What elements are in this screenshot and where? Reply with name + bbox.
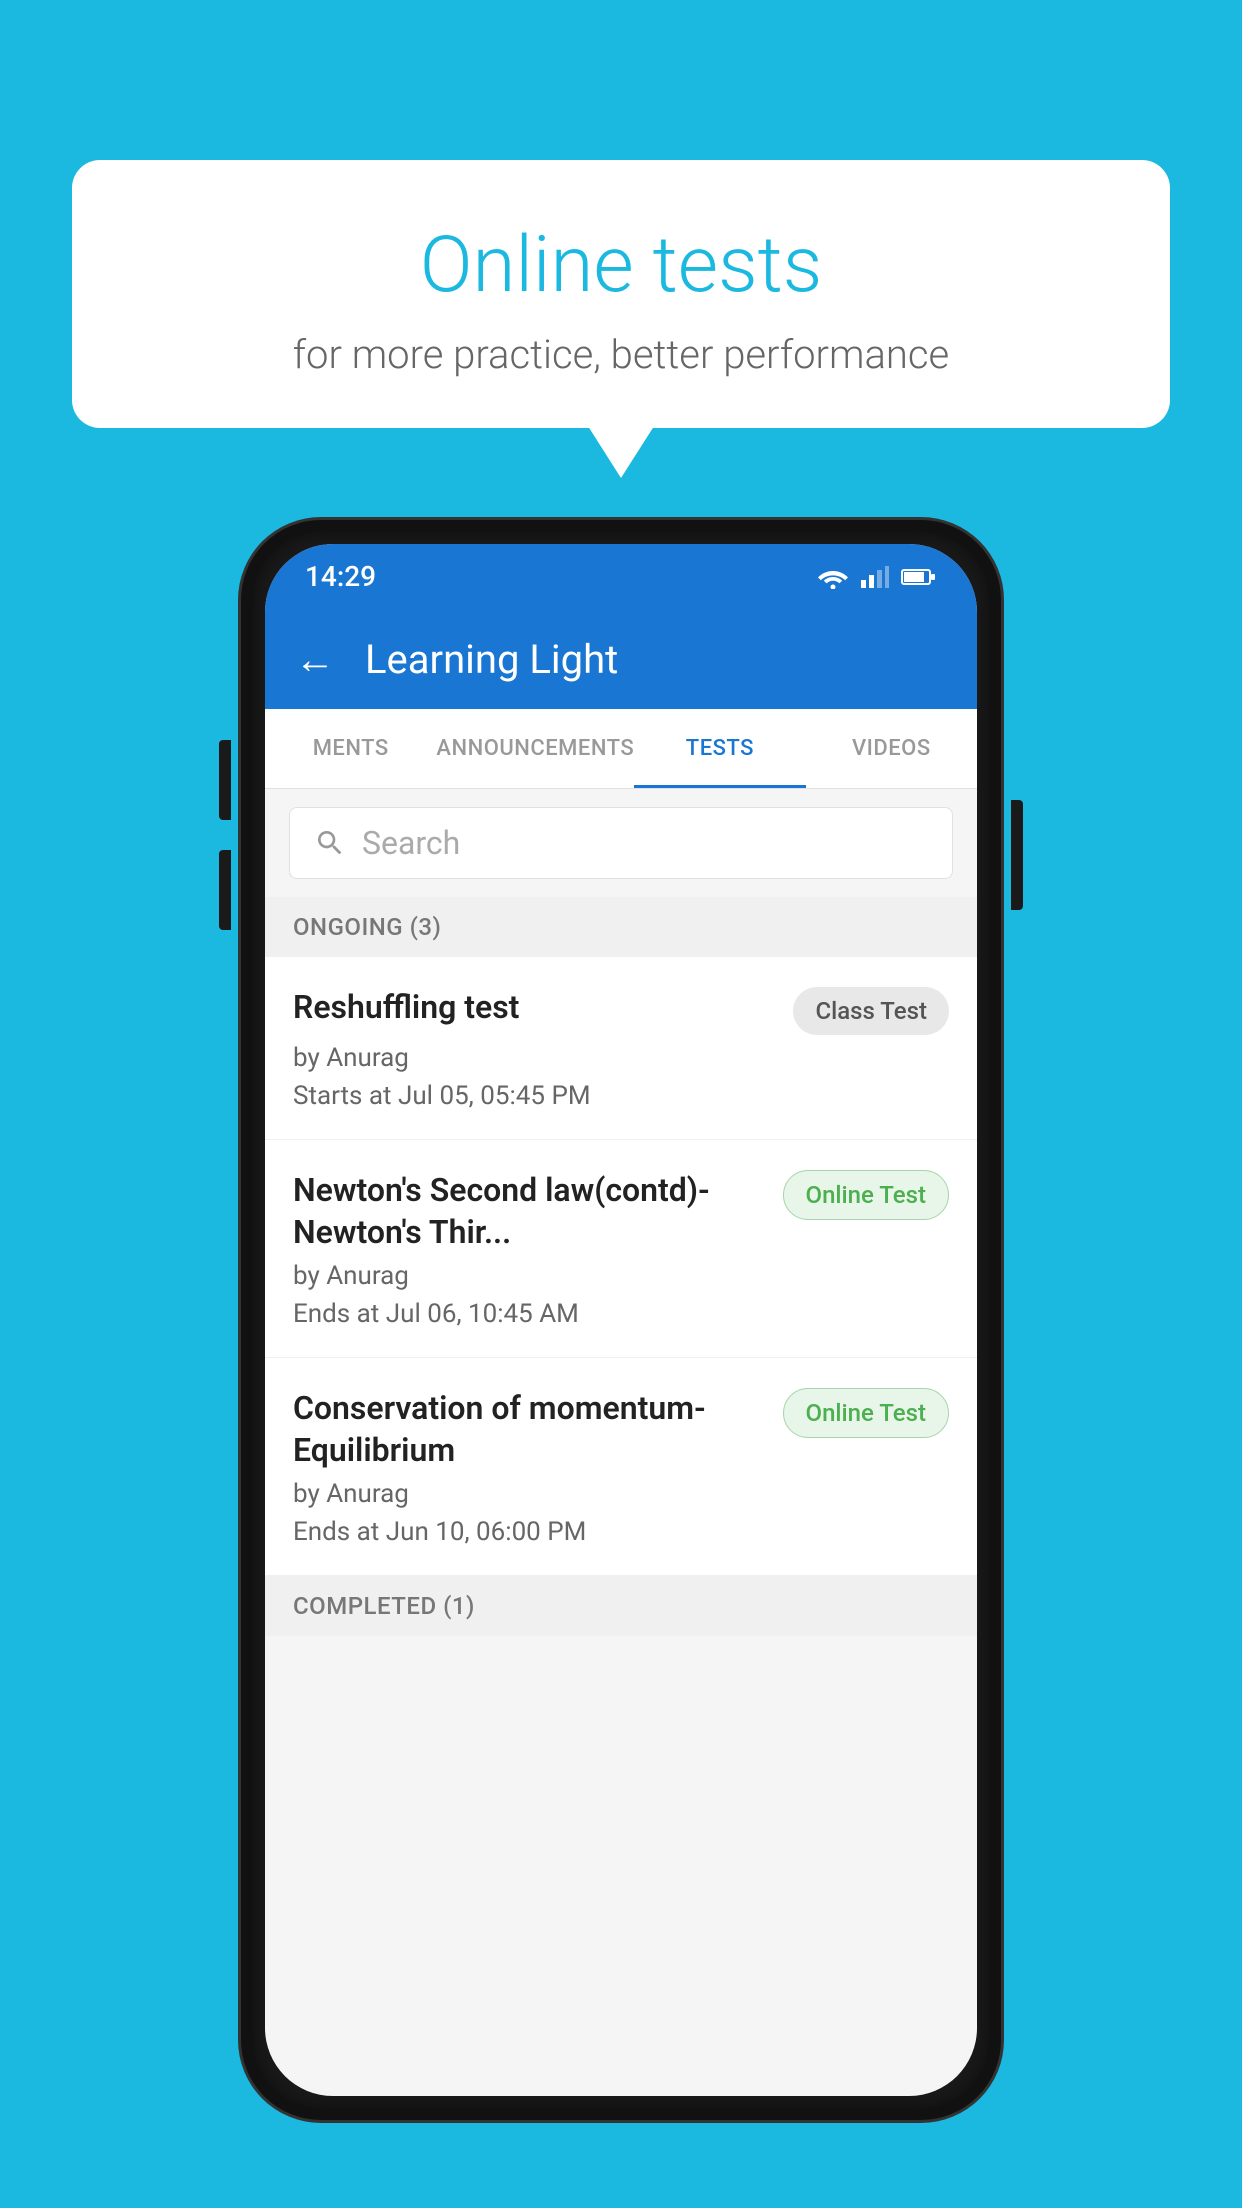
wifi-icon (817, 565, 849, 589)
test-title-newton: Newton's Second law(contd)-Newton's Thir… (293, 1170, 767, 1253)
phone-button-vol-down (219, 850, 231, 930)
section-ongoing-header: ONGOING (3) (265, 897, 977, 957)
test-time-reshuffling: Starts at Jul 05, 05:45 PM (293, 1081, 949, 1111)
test-author-newton: by Anurag (293, 1261, 949, 1291)
search-container: Search (265, 789, 977, 897)
test-author-reshuffling: by Anurag (293, 1043, 949, 1073)
search-placeholder: Search (362, 824, 460, 862)
tab-ments[interactable]: MENTS (265, 709, 436, 788)
phone-screen: 14:29 (265, 544, 977, 2096)
phone-button-vol-up (219, 740, 231, 820)
back-button[interactable]: ← (295, 636, 335, 683)
status-bar: 14:29 (265, 544, 977, 609)
test-item-header-reshuffling: Reshuffling test Class Test (293, 987, 949, 1035)
app-title: Learning Light (365, 636, 618, 683)
test-item-newton[interactable]: Newton's Second law(contd)-Newton's Thir… (265, 1140, 977, 1358)
speech-bubble: Online tests for more practice, better p… (72, 160, 1170, 428)
test-author-conservation: by Anurag (293, 1479, 949, 1509)
phone-frame: 14:29 (241, 520, 1001, 2120)
status-icons (817, 565, 937, 589)
tab-videos[interactable]: VIDEOS (806, 709, 977, 788)
section-completed-header: COMPLETED (1) (265, 1576, 977, 1636)
test-item-conservation[interactable]: Conservation of momentum-Equilibrium Onl… (265, 1358, 977, 1576)
test-item-header-conservation: Conservation of momentum-Equilibrium Onl… (293, 1388, 949, 1471)
test-time-conservation: Ends at Jun 10, 06:00 PM (293, 1517, 949, 1547)
speech-bubble-title: Online tests (112, 220, 1130, 311)
test-time-newton: Ends at Jul 06, 10:45 AM (293, 1299, 949, 1329)
tabs-bar: MENTS ANNOUNCEMENTS TESTS VIDEOS (265, 709, 977, 789)
status-time: 14:29 (305, 560, 376, 593)
battery-icon (901, 567, 937, 587)
test-title-reshuffling: Reshuffling test (293, 987, 777, 1029)
test-title-conservation: Conservation of momentum-Equilibrium (293, 1388, 767, 1471)
search-bar[interactable]: Search (289, 807, 953, 879)
app-bar: ← Learning Light (265, 609, 977, 709)
signal-icon (861, 566, 889, 588)
test-item-header-newton: Newton's Second law(contd)-Newton's Thir… (293, 1170, 949, 1253)
phone-button-power (1011, 800, 1023, 910)
search-icon (314, 827, 346, 859)
test-item-reshuffling[interactable]: Reshuffling test Class Test by Anurag St… (265, 957, 977, 1140)
test-badge-reshuffling: Class Test (793, 987, 949, 1035)
phone-mockup: 14:29 (241, 520, 1001, 2120)
test-badge-conservation: Online Test (783, 1388, 949, 1438)
speech-bubble-subtitle: for more practice, better performance (112, 331, 1130, 378)
test-badge-newton: Online Test (783, 1170, 949, 1220)
tab-tests[interactable]: TESTS (634, 709, 805, 788)
tab-announcements[interactable]: ANNOUNCEMENTS (436, 709, 634, 788)
